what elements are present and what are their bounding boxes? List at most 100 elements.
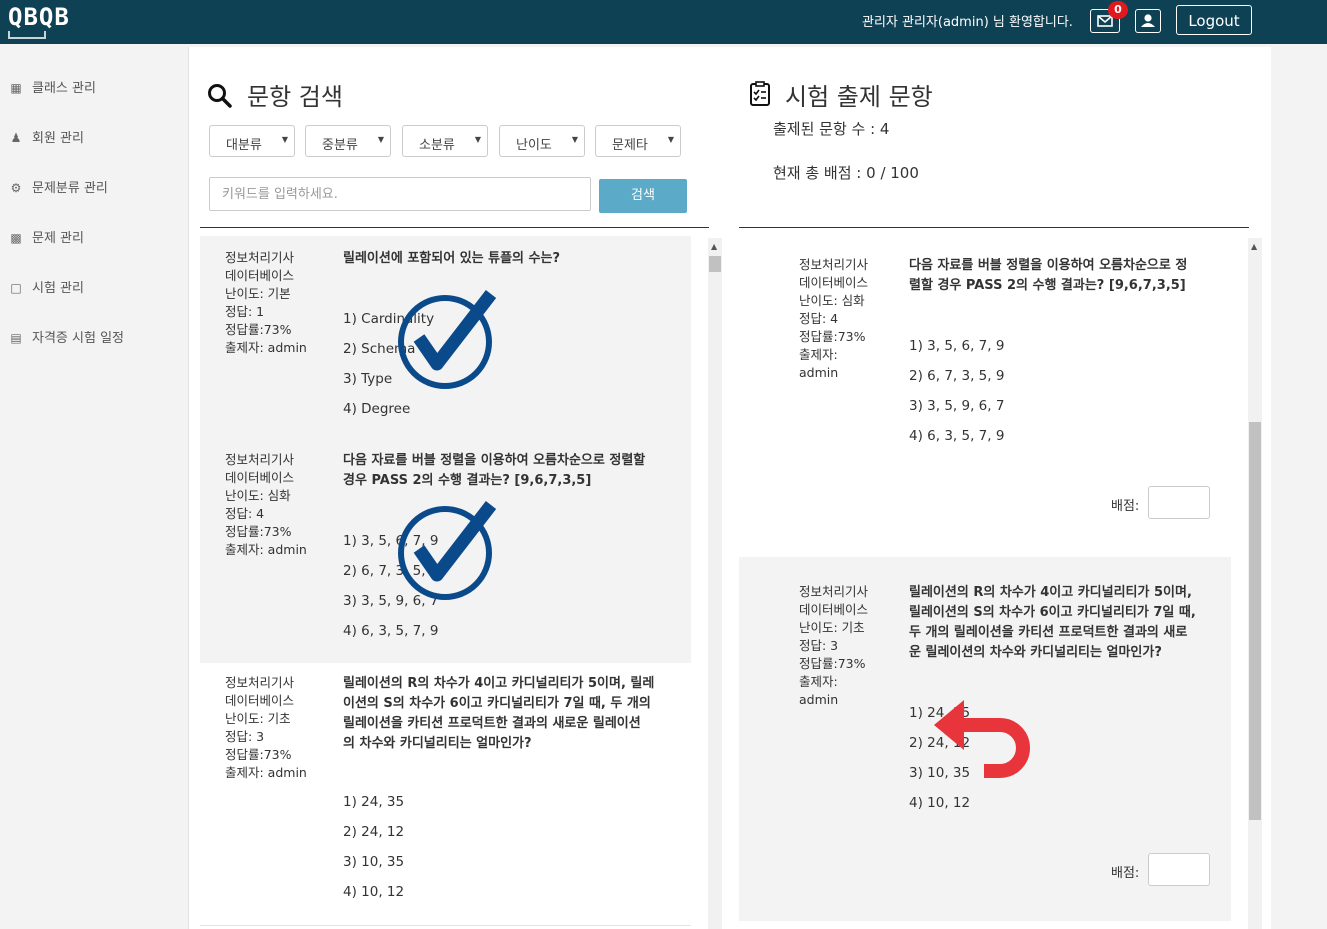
meta-line: 정답: 4 xyxy=(799,311,839,326)
meta-line: 정보처리기사 xyxy=(225,250,295,265)
question-type-select[interactable]: 문제타 ▼ xyxy=(595,125,681,157)
select-label: 소분류 xyxy=(419,138,455,153)
question-line: 릴레이션의 S의 차수가 6이고 카디널리티가 7일 때, xyxy=(909,605,1196,620)
user-icon xyxy=(1141,14,1155,27)
caret-down-icon: ▼ xyxy=(571,135,578,144)
sidebar-item-schedule[interactable]: ▤ 자격증 시험 일정 xyxy=(8,327,124,346)
option: 3) 3, 5, 9, 6, 7 xyxy=(909,398,1005,414)
sidebar-item-label: 자격증 시험 일정 xyxy=(32,331,124,346)
option: 2) 24, 12 xyxy=(343,824,405,840)
option: 4) 10, 12 xyxy=(343,884,405,900)
meta-line: 데이터베이스 xyxy=(225,470,295,485)
question-meta: 정보처리기사 데이터베이스 난이도: 기초 정답: 3 정답률:73% 출제자:… xyxy=(799,583,868,709)
search-button[interactable]: 검색 xyxy=(599,179,687,213)
list-item[interactable]: 정보처리기사 데이터베이스 난이도: 심화 정답: 4 정답률:73% 출제자:… xyxy=(739,236,1231,557)
exam-total-score: 현재 총 배점 : 0 / 100 xyxy=(773,164,919,182)
sidebar-item-label: 시험 관리 xyxy=(32,281,84,296)
question-meta: 정보처리기사 데이터베이스 난이도: 심화 정답: 4 정답률:73% 출제자:… xyxy=(225,451,307,559)
gears-icon: ⚙ xyxy=(10,181,22,195)
puzzle-icon: ▩ xyxy=(10,231,22,245)
sidebar-item-members[interactable]: ♟ 회원 관리 xyxy=(8,127,84,146)
sidebar-item-categories[interactable]: ⚙ 문제분류 관리 xyxy=(8,177,108,196)
logout-button[interactable]: Logout xyxy=(1176,5,1252,35)
question-meta: 정보처리기사 데이터베이스 난이도: 심화 정답: 4 정답률:73% 출제자:… xyxy=(799,256,868,382)
question-line: 릴레이션의 R의 차수가 4이고 카디널리티가 5이며, 릴레 xyxy=(343,676,655,691)
sidebar-item-label: 회원 관리 xyxy=(32,131,84,146)
users-icon: ♟ xyxy=(10,131,22,145)
remove-undo-arrow-icon[interactable] xyxy=(932,696,1038,786)
select-label: 중분류 xyxy=(322,138,358,153)
search-title: 문항 검색 xyxy=(247,83,343,111)
question-line: 다음 자료를 버블 정렬을 이용하여 오름차순으로 정렬할 xyxy=(343,453,646,468)
meta-line: 정보처리기사 xyxy=(799,257,869,272)
caret-down-icon: ▼ xyxy=(667,135,674,144)
meta-line: admin xyxy=(799,365,839,380)
meta-line: 정보처리기사 xyxy=(799,584,869,599)
category-major-select[interactable]: 대분류 ▼ xyxy=(209,125,295,157)
category-minor-select[interactable]: 소분류 ▼ xyxy=(402,125,488,157)
difficulty-select[interactable]: 난이도 ▼ xyxy=(499,125,585,157)
meta-line: 난이도: 기본 xyxy=(225,286,291,301)
score-input[interactable] xyxy=(1148,853,1210,886)
meta-line: 출제자: xyxy=(799,674,838,689)
meta-line: 데이터베이스 xyxy=(799,602,869,617)
question-line: 운 릴레이션의 차수와 카디널리티는 얼마인가? xyxy=(909,645,1162,660)
question-line: 릴레이션의 R의 차수가 4이고 카디널리티가 5이며, xyxy=(909,585,1192,600)
grid-icon: ▦ xyxy=(10,81,22,95)
question-text: 릴레이션에 포함되어 있는 튜플의 수는? xyxy=(343,249,560,269)
question-line: 의 차수와 카디널리티는 얼마인가? xyxy=(343,736,532,751)
option: 2) 6, 7, 3, 5, 9 xyxy=(909,368,1005,384)
score-input[interactable] xyxy=(1148,486,1210,519)
meta-line: 정답: 4 xyxy=(225,506,265,521)
meta-line: 정답: 3 xyxy=(225,729,265,744)
category-middle-select[interactable]: 중분류 ▼ xyxy=(305,125,391,157)
meta-line: 출제자: xyxy=(799,347,838,362)
option: 4) 6, 3, 5, 7, 9 xyxy=(909,428,1005,444)
question-text: 다음 자료를 버블 정렬을 이용하여 오름차순으로 정 렬할 경우 PASS 2… xyxy=(909,256,1187,296)
selected-check-icon xyxy=(398,290,497,389)
option: 3) Type xyxy=(343,371,393,387)
question-meta: 정보처리기사 데이터베이스 난이도: 기초 정답: 3 정답률:73% 출제자:… xyxy=(225,674,307,782)
meta-line: admin xyxy=(799,692,839,707)
meta-line: 난이도: 기초 xyxy=(225,711,291,726)
meta-line: 출제자: admin xyxy=(225,765,307,780)
scroll-up-icon[interactable]: ▲ xyxy=(1251,242,1257,251)
meta-line: 데이터베이스 xyxy=(799,275,869,290)
list-item[interactable]: 정보처리기사 데이터베이스 난이도: 기초 정답: 3 정답률:73% 출제자:… xyxy=(200,663,691,926)
meta-line: 정답: 3 xyxy=(799,638,839,653)
logo[interactable]: QBQB xyxy=(8,3,70,31)
mail-count-badge: 0 xyxy=(1108,1,1128,19)
meta-line: 데이터베이스 xyxy=(225,693,295,708)
question-line: 릴레이션을 카티션 프로덕트한 결과의 새로운 릴레이션 xyxy=(343,716,641,731)
meta-line: 데이터베이스 xyxy=(225,268,295,283)
scroll-thumb[interactable] xyxy=(709,256,721,272)
caret-down-icon: ▼ xyxy=(377,135,384,144)
caret-down-icon: ▼ xyxy=(474,135,481,144)
meta-line: 난이도: 심화 xyxy=(225,488,291,503)
selected-check-icon xyxy=(398,501,497,600)
top-bar: QBQB 관리자 관리자(admin) 님 환영합니다. 0 Logout xyxy=(0,0,1327,44)
sidebar-item-questions[interactable]: ▩ 문제 관리 xyxy=(8,227,84,246)
welcome-text: 관리자 관리자(admin) 님 환영합니다. xyxy=(862,15,1073,30)
question-meta: 정보처리기사 데이터베이스 난이도: 기본 정답: 1 정답률:73% 출제자:… xyxy=(225,249,307,357)
keyword-input[interactable] xyxy=(209,177,591,211)
sidebar-item-exams[interactable]: □ 시험 관리 xyxy=(8,277,84,296)
user-button[interactable] xyxy=(1135,9,1161,33)
meta-line: 정답률:73% xyxy=(225,524,292,539)
scroll-up-icon[interactable]: ▲ xyxy=(711,242,717,251)
exam-scrollbar[interactable]: ▲ xyxy=(1248,238,1262,929)
meta-line: 정답률:73% xyxy=(799,329,866,344)
score-label: 배점: xyxy=(1111,866,1140,881)
scroll-thumb[interactable] xyxy=(1249,422,1261,820)
select-label: 문제타 xyxy=(612,138,648,153)
question-line: 렬할 경우 PASS 2의 수행 결과는? [9,6,7,3,5] xyxy=(909,278,1186,293)
question-text: 다음 자료를 버블 정렬을 이용하여 오름차순으로 정렬할 경우 PASS 2의… xyxy=(343,451,645,491)
caret-down-icon: ▼ xyxy=(281,135,288,144)
sidebar-item-class[interactable]: ▦ 클래스 관리 xyxy=(8,77,96,96)
search-scrollbar[interactable]: ▲ xyxy=(708,238,722,929)
meta-line: 난이도: 기초 xyxy=(799,620,865,635)
meta-line: 정답률:73% xyxy=(225,747,292,762)
meta-line: 정답률:73% xyxy=(799,656,866,671)
option: 3) 10, 35 xyxy=(343,854,405,870)
exam-question-count: 출제된 문항 수 : 4 xyxy=(773,120,890,138)
